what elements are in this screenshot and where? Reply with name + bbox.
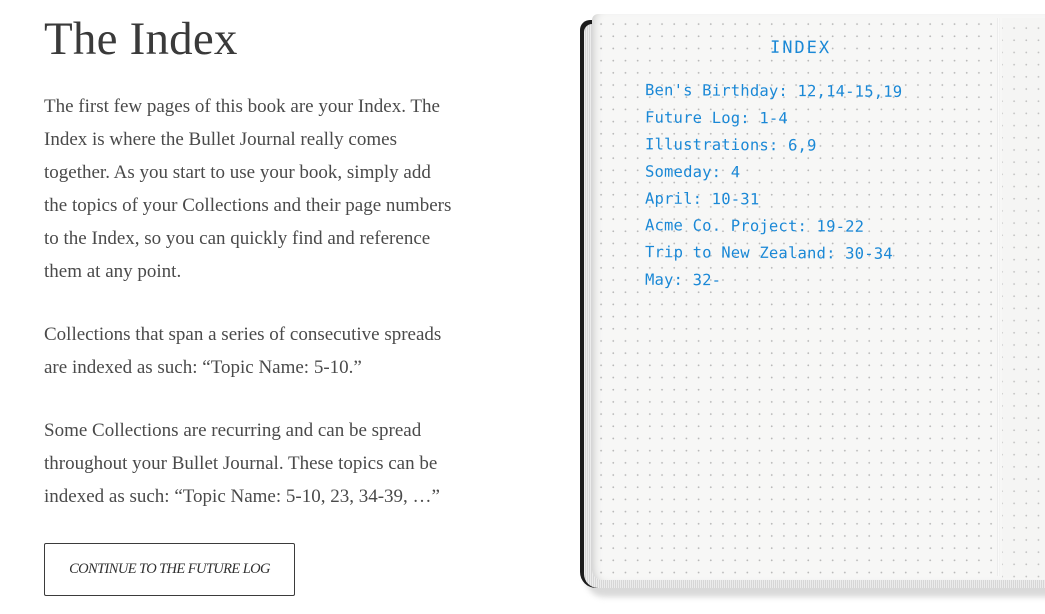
index-entry: Ben's Birthday: 12,14-15,19 xyxy=(644,81,903,101)
consecutive-spreads-paragraph: Collections that span a series of consec… xyxy=(44,324,442,378)
index-entry: May: 32- xyxy=(644,270,722,290)
continue-future-log-label: CONTINUE TO THE FUTURE LOG xyxy=(69,561,270,577)
index-entry: Future Log: 1-4 xyxy=(644,108,789,128)
continue-future-log-button[interactable]: CONTINUE TO THE FUTURE LOG xyxy=(44,543,295,596)
notebook-spine-fold xyxy=(997,18,1000,576)
index-entry: April: 10-31 xyxy=(644,189,760,209)
index-entry: Illustrations: 6,9 xyxy=(644,135,817,155)
notebook-facing-page xyxy=(1002,18,1045,578)
index-entry: Acme Co. Project: 19-22 xyxy=(644,216,865,236)
notebook-illustration: INDEX Ben's Birthday: 12,14-15,19 Future… xyxy=(578,14,1045,597)
index-page-title: INDEX xyxy=(769,37,832,59)
intro-paragraph: The first few pages of this book are you… xyxy=(44,96,452,282)
index-entry: Someday: 4 xyxy=(644,162,741,182)
page-title: The Index xyxy=(44,13,238,65)
index-entry: Trip to New Zealand: 30-34 xyxy=(644,243,893,263)
notebook-index-page: INDEX Ben's Birthday: 12,14-15,19 Future… xyxy=(592,14,1045,580)
recurring-collections-paragraph: Some Collections are recurring and can b… xyxy=(44,420,440,507)
